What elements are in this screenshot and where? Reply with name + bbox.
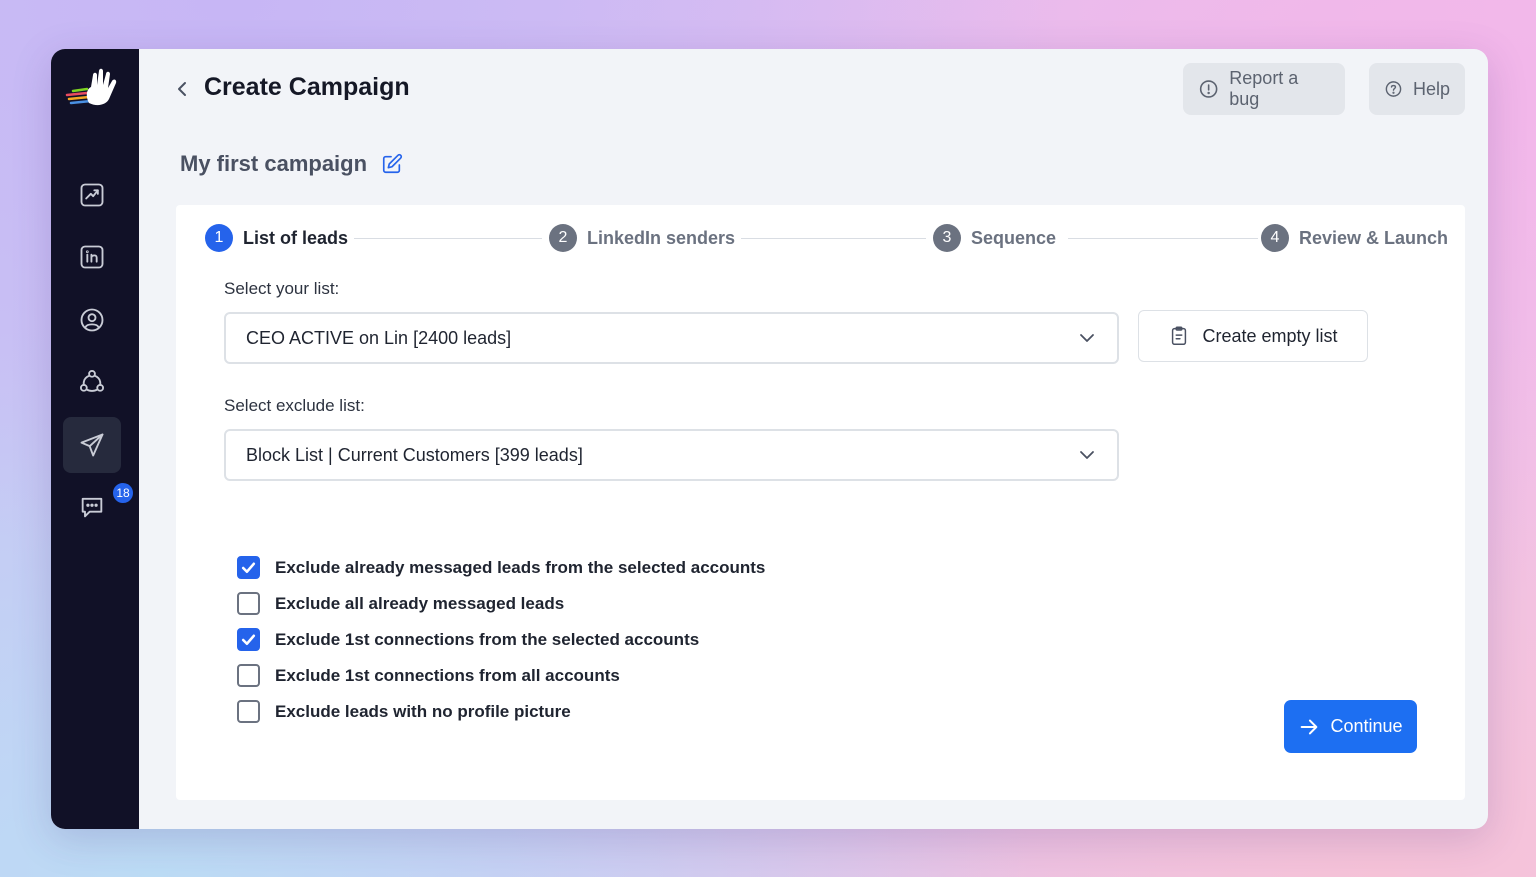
alert-circle-icon [1199, 80, 1218, 98]
send-icon [80, 433, 104, 457]
step-number: 1 [205, 224, 233, 252]
exclude-option-messaged-all[interactable]: Exclude all already messaged leads [237, 592, 564, 615]
sidebar-item-linkedin[interactable] [63, 229, 121, 285]
checkbox-unchecked[interactable] [237, 592, 260, 615]
list-select-value: CEO ACTIVE on Lin [2400 leads] [246, 327, 512, 348]
app-window: 18 Create Campaign Report a bug Help My [51, 49, 1488, 829]
chevron-left-icon[interactable] [173, 77, 191, 101]
list-select[interactable]: CEO ACTIVE on Lin [2400 leads] [224, 312, 1119, 364]
step-label: List of leads [243, 227, 349, 248]
analytics-icon [80, 183, 104, 207]
exclude-option-messaged-selected[interactable]: Exclude already messaged leads from the … [237, 556, 765, 579]
sidebar-item-messages[interactable]: 18 [63, 479, 135, 535]
sidebar-item-profile[interactable] [63, 292, 121, 348]
checkbox-checked[interactable] [237, 556, 260, 579]
checkbox-label: Exclude leads with no profile picture [275, 701, 571, 721]
exclude-select-label: Select exclude list: [224, 396, 365, 415]
sidebar-item-analytics[interactable] [63, 167, 121, 223]
step-list-of-leads[interactable]: 1 List of leads [205, 224, 348, 252]
checkbox-unchecked[interactable] [237, 664, 260, 687]
main-content: Create Campaign Report a bug Help My fir… [139, 49, 1488, 829]
step-connector [741, 238, 926, 239]
exclude-option-connections-all[interactable]: Exclude 1st connections from all account… [237, 664, 620, 687]
step-label: Review & Launch [1299, 227, 1449, 248]
logo-hand-icon[interactable] [65, 67, 121, 109]
report-bug-button[interactable]: Report a bug [1183, 63, 1345, 115]
help-label: Help [1412, 78, 1450, 99]
step-connector [1068, 238, 1258, 239]
continue-label: Continue [1330, 716, 1403, 736]
linkedin-icon [80, 245, 104, 269]
checkbox-unchecked[interactable] [237, 700, 260, 723]
step-number: 3 [933, 224, 961, 252]
checkmark-icon [241, 634, 256, 646]
exclude-select-value: Block List | Current Customers [399 lead… [246, 444, 583, 465]
sidebar-item-network[interactable] [63, 354, 121, 410]
campaign-name-text: My first campaign [180, 151, 368, 176]
campaign-name: My first campaign [180, 151, 403, 177]
report-bug-label: Report a bug [1229, 68, 1299, 109]
sidebar-item-campaigns[interactable] [63, 417, 121, 473]
help-button[interactable]: Help [1369, 63, 1465, 115]
edit-icon[interactable] [381, 153, 403, 175]
step-review-launch[interactable]: 4 Review & Launch [1261, 224, 1448, 252]
campaign-form-card: 1 List of leads 2 LinkedIn senders 3 Seq… [176, 205, 1465, 800]
exclude-option-no-picture[interactable]: Exclude leads with no profile picture [237, 700, 571, 723]
continue-button[interactable]: Continue [1284, 700, 1417, 753]
create-empty-list-button[interactable]: Create empty list [1138, 310, 1368, 362]
chat-icon [81, 497, 103, 518]
arrow-right-icon [1301, 719, 1318, 734]
step-number: 4 [1261, 224, 1289, 252]
step-sequence[interactable]: 3 Sequence [933, 224, 1056, 252]
step-label: Sequence [971, 227, 1057, 248]
list-select-label: Select your list: [224, 279, 340, 298]
checkbox-checked[interactable] [237, 628, 260, 651]
checkmark-icon [241, 562, 256, 574]
exclude-option-connections-selected[interactable]: Exclude 1st connections from the selecte… [237, 628, 699, 651]
step-number: 2 [549, 224, 577, 252]
create-empty-list-label: Create empty list [1202, 325, 1338, 346]
checkbox-label: Exclude 1st connections from the selecte… [275, 629, 700, 649]
chevron-down-icon [1080, 334, 1094, 342]
chevron-down-icon [1080, 451, 1094, 459]
step-connector [354, 238, 542, 239]
clipboard-icon [1172, 326, 1187, 345]
checkbox-label: Exclude 1st connections from all account… [275, 665, 620, 685]
network-icon [79, 369, 105, 392]
checkbox-label: Exclude already messaged leads from the … [275, 557, 766, 577]
sidebar: 18 [51, 49, 139, 829]
page-title: Create Campaign [204, 73, 410, 101]
help-circle-icon [1385, 81, 1402, 97]
checkbox-label: Exclude all already messaged leads [275, 593, 565, 613]
exclude-list-select[interactable]: Block List | Current Customers [399 lead… [224, 429, 1119, 481]
unread-badge: 18 [111, 481, 135, 505]
user-circle-icon [80, 308, 104, 332]
step-linkedin-senders[interactable]: 2 LinkedIn senders [549, 224, 735, 252]
step-label: LinkedIn senders [587, 227, 736, 248]
